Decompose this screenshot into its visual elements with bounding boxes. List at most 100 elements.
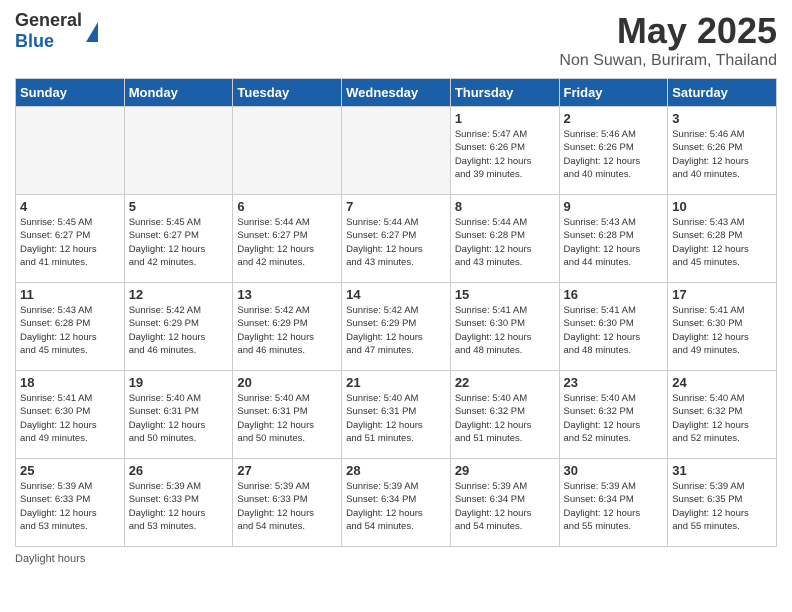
calendar-week-row: 1 Sunrise: 5:47 AM Sunset: 6:26 PM Daylig… xyxy=(16,107,777,195)
calendar-day-cell: 19 Sunrise: 5:40 AM Sunset: 6:31 PM Dayli… xyxy=(124,371,233,459)
day-number: 29 xyxy=(455,463,555,478)
day-info: Sunrise: 5:45 AM Sunset: 6:27 PM Dayligh… xyxy=(129,216,229,269)
day-number: 5 xyxy=(129,199,229,214)
calendar-week-row: 4 Sunrise: 5:45 AM Sunset: 6:27 PM Daylig… xyxy=(16,195,777,283)
calendar-day-cell: 6 Sunrise: 5:44 AM Sunset: 6:27 PM Daylig… xyxy=(233,195,342,283)
day-info: Sunrise: 5:40 AM Sunset: 6:31 PM Dayligh… xyxy=(129,392,229,445)
day-number: 21 xyxy=(346,375,446,390)
day-number: 24 xyxy=(672,375,772,390)
day-info: Sunrise: 5:39 AM Sunset: 6:34 PM Dayligh… xyxy=(564,480,664,533)
calendar-day-cell: 22 Sunrise: 5:40 AM Sunset: 6:32 PM Dayli… xyxy=(450,371,559,459)
calendar-day-cell: 20 Sunrise: 5:40 AM Sunset: 6:31 PM Dayli… xyxy=(233,371,342,459)
day-number: 25 xyxy=(20,463,120,478)
day-number: 12 xyxy=(129,287,229,302)
day-info: Sunrise: 5:42 AM Sunset: 6:29 PM Dayligh… xyxy=(237,304,337,357)
calendar-day-cell: 23Sunrise: 5:40 AM Sunset: 6:32 PM Dayli… xyxy=(559,371,668,459)
calendar-day-cell: 2 Sunrise: 5:46 AM Sunset: 6:26 PM Daylig… xyxy=(559,107,668,195)
calendar-day-cell: 21 Sunrise: 5:40 AM Sunset: 6:31 PM Dayli… xyxy=(342,371,451,459)
day-info: Sunrise: 5:41 AM Sunset: 6:30 PM Dayligh… xyxy=(455,304,555,357)
title-block: May 2025 Non Suwan, Buriram, Thailand xyxy=(559,10,777,70)
calendar-week-row: 25 Sunrise: 5:39 AM Sunset: 6:33 PM Dayli… xyxy=(16,459,777,547)
day-info: Sunrise: 5:42 AM Sunset: 6:29 PM Dayligh… xyxy=(129,304,229,357)
calendar-day-cell: 27 Sunrise: 5:39 AM Sunset: 6:33 PM Dayli… xyxy=(233,459,342,547)
day-info: Sunrise: 5:39 AM Sunset: 6:35 PM Dayligh… xyxy=(672,480,772,533)
calendar-table: SundayMondayTuesdayWednesdayThursdayFrid… xyxy=(15,78,777,547)
calendar-day-cell: 13 Sunrise: 5:42 AM Sunset: 6:29 PM Dayli… xyxy=(233,283,342,371)
day-number: 11 xyxy=(20,287,120,302)
main-title: May 2025 xyxy=(559,10,777,52)
day-info: Sunrise: 5:39 AM Sunset: 6:33 PM Dayligh… xyxy=(129,480,229,533)
logo-text: General Blue xyxy=(15,10,82,52)
header-cell: Tuesday xyxy=(233,79,342,107)
calendar-day-cell: 10 Sunrise: 5:43 AM Sunset: 6:28 PM Dayli… xyxy=(668,195,777,283)
day-info: Sunrise: 5:40 AM Sunset: 6:31 PM Dayligh… xyxy=(237,392,337,445)
logo-general: General xyxy=(15,10,82,31)
day-info: Sunrise: 5:39 AM Sunset: 6:34 PM Dayligh… xyxy=(455,480,555,533)
day-number: 28 xyxy=(346,463,446,478)
calendar-day-cell: 16Sunrise: 5:41 AM Sunset: 6:30 PM Dayli… xyxy=(559,283,668,371)
page-container: General Blue May 2025 Non Suwan, Buriram… xyxy=(0,0,792,575)
day-number: 22 xyxy=(455,375,555,390)
day-info: Sunrise: 5:44 AM Sunset: 6:27 PM Dayligh… xyxy=(346,216,446,269)
logo: General Blue xyxy=(15,10,98,52)
header-cell: Friday xyxy=(559,79,668,107)
day-number: 26 xyxy=(129,463,229,478)
calendar-day-cell xyxy=(124,107,233,195)
day-number: 20 xyxy=(237,375,337,390)
day-info: Sunrise: 5:40 AM Sunset: 6:32 PM Dayligh… xyxy=(455,392,555,445)
day-number: 10 xyxy=(672,199,772,214)
calendar-day-cell: 24 Sunrise: 5:40 AM Sunset: 6:32 PM Dayli… xyxy=(668,371,777,459)
day-number: 27 xyxy=(237,463,337,478)
calendar-day-cell: 31 Sunrise: 5:39 AM Sunset: 6:35 PM Dayli… xyxy=(668,459,777,547)
day-number: 8 xyxy=(455,199,555,214)
day-number: 15 xyxy=(455,287,555,302)
day-number: 17 xyxy=(672,287,772,302)
calendar-day-cell: 11 Sunrise: 5:43 AM Sunset: 6:28 PM Dayli… xyxy=(16,283,125,371)
calendar-day-cell xyxy=(233,107,342,195)
day-info: Sunrise: 5:39 AM Sunset: 6:33 PM Dayligh… xyxy=(20,480,120,533)
day-info: Sunrise: 5:41 AM Sunset: 6:30 PM Dayligh… xyxy=(20,392,120,445)
logo-triangle-icon xyxy=(86,22,98,42)
day-number: 23 xyxy=(564,375,664,390)
day-info: Sunrise: 5:39 AM Sunset: 6:33 PM Dayligh… xyxy=(237,480,337,533)
logo-blue: Blue xyxy=(15,31,82,52)
day-info: Sunrise: 5:43 AM Sunset: 6:28 PM Dayligh… xyxy=(564,216,664,269)
day-info: Sunrise: 5:42 AM Sunset: 6:29 PM Dayligh… xyxy=(346,304,446,357)
day-number: 1 xyxy=(455,111,555,126)
footer: Daylight hours xyxy=(15,553,777,565)
calendar-day-cell: 15 Sunrise: 5:41 AM Sunset: 6:30 PM Dayli… xyxy=(450,283,559,371)
calendar-day-cell: 8Sunrise: 5:44 AM Sunset: 6:28 PM Daylig… xyxy=(450,195,559,283)
day-number: 16 xyxy=(564,287,664,302)
day-number: 18 xyxy=(20,375,120,390)
calendar-day-cell: 30Sunrise: 5:39 AM Sunset: 6:34 PM Dayli… xyxy=(559,459,668,547)
day-info: Sunrise: 5:39 AM Sunset: 6:34 PM Dayligh… xyxy=(346,480,446,533)
day-info: Sunrise: 5:46 AM Sunset: 6:26 PM Dayligh… xyxy=(564,128,664,181)
calendar-day-cell: 4 Sunrise: 5:45 AM Sunset: 6:27 PM Daylig… xyxy=(16,195,125,283)
day-info: Sunrise: 5:40 AM Sunset: 6:32 PM Dayligh… xyxy=(672,392,772,445)
day-number: 4 xyxy=(20,199,120,214)
day-number: 6 xyxy=(237,199,337,214)
subtitle: Non Suwan, Buriram, Thailand xyxy=(559,52,777,70)
calendar-week-row: 18 Sunrise: 5:41 AM Sunset: 6:30 PM Dayli… xyxy=(16,371,777,459)
day-info: Sunrise: 5:46 AM Sunset: 6:26 PM Dayligh… xyxy=(672,128,772,181)
day-number: 2 xyxy=(564,111,664,126)
day-info: Sunrise: 5:43 AM Sunset: 6:28 PM Dayligh… xyxy=(672,216,772,269)
header-cell: Wednesday xyxy=(342,79,451,107)
day-number: 19 xyxy=(129,375,229,390)
header-row: SundayMondayTuesdayWednesdayThursdayFrid… xyxy=(16,79,777,107)
day-info: Sunrise: 5:40 AM Sunset: 6:31 PM Dayligh… xyxy=(346,392,446,445)
day-info: Sunrise: 5:45 AM Sunset: 6:27 PM Dayligh… xyxy=(20,216,120,269)
day-number: 31 xyxy=(672,463,772,478)
calendar-day-cell: 1 Sunrise: 5:47 AM Sunset: 6:26 PM Daylig… xyxy=(450,107,559,195)
calendar-day-cell: 9Sunrise: 5:43 AM Sunset: 6:28 PM Daylig… xyxy=(559,195,668,283)
calendar-day-cell: 17Sunrise: 5:41 AM Sunset: 6:30 PM Dayli… xyxy=(668,283,777,371)
header-cell: Monday xyxy=(124,79,233,107)
calendar-day-cell: 5 Sunrise: 5:45 AM Sunset: 6:27 PM Daylig… xyxy=(124,195,233,283)
day-info: Sunrise: 5:47 AM Sunset: 6:26 PM Dayligh… xyxy=(455,128,555,181)
day-info: Sunrise: 5:44 AM Sunset: 6:27 PM Dayligh… xyxy=(237,216,337,269)
calendar-day-cell: 25 Sunrise: 5:39 AM Sunset: 6:33 PM Dayli… xyxy=(16,459,125,547)
day-number: 13 xyxy=(237,287,337,302)
day-info: Sunrise: 5:43 AM Sunset: 6:28 PM Dayligh… xyxy=(20,304,120,357)
calendar-day-cell: 3Sunrise: 5:46 AM Sunset: 6:26 PM Daylig… xyxy=(668,107,777,195)
calendar-day-cell: 12 Sunrise: 5:42 AM Sunset: 6:29 PM Dayli… xyxy=(124,283,233,371)
